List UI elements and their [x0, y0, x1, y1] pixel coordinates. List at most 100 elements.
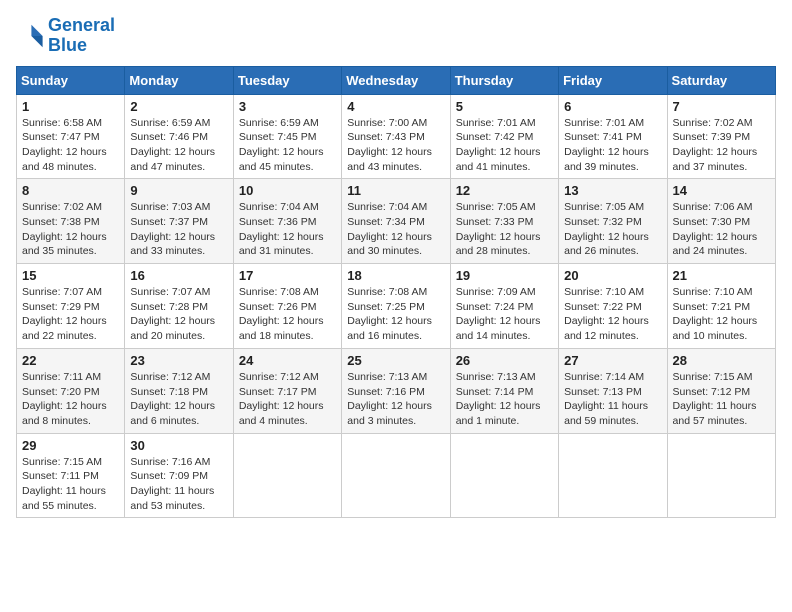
calendar-day-cell — [342, 433, 450, 518]
day-number: 13 — [564, 183, 661, 198]
day-detail: Sunrise: 7:05 AM Sunset: 7:33 PM Dayligh… — [456, 200, 553, 259]
day-number: 5 — [456, 99, 553, 114]
calendar-header-day: Sunday — [17, 66, 125, 94]
day-number: 16 — [130, 268, 227, 283]
day-number: 4 — [347, 99, 444, 114]
calendar-day-cell: 3 Sunrise: 6:59 AM Sunset: 7:45 PM Dayli… — [233, 94, 341, 179]
day-detail: Sunrise: 7:07 AM Sunset: 7:29 PM Dayligh… — [22, 285, 119, 344]
calendar-header-day: Tuesday — [233, 66, 341, 94]
calendar-day-cell: 11 Sunrise: 7:04 AM Sunset: 7:34 PM Dayl… — [342, 179, 450, 264]
day-number: 2 — [130, 99, 227, 114]
day-detail: Sunrise: 7:08 AM Sunset: 7:26 PM Dayligh… — [239, 285, 336, 344]
day-number: 14 — [673, 183, 770, 198]
calendar-day-cell: 19 Sunrise: 7:09 AM Sunset: 7:24 PM Dayl… — [450, 264, 558, 349]
calendar-day-cell — [667, 433, 775, 518]
calendar-day-cell: 29 Sunrise: 7:15 AM Sunset: 7:11 PM Dayl… — [17, 433, 125, 518]
day-detail: Sunrise: 7:13 AM Sunset: 7:14 PM Dayligh… — [456, 370, 553, 429]
day-detail: Sunrise: 7:05 AM Sunset: 7:32 PM Dayligh… — [564, 200, 661, 259]
calendar-day-cell: 2 Sunrise: 6:59 AM Sunset: 7:46 PM Dayli… — [125, 94, 233, 179]
day-detail: Sunrise: 7:03 AM Sunset: 7:37 PM Dayligh… — [130, 200, 227, 259]
calendar-day-cell: 14 Sunrise: 7:06 AM Sunset: 7:30 PM Dayl… — [667, 179, 775, 264]
calendar-day-cell: 9 Sunrise: 7:03 AM Sunset: 7:37 PM Dayli… — [125, 179, 233, 264]
day-number: 9 — [130, 183, 227, 198]
calendar-week-row: 15 Sunrise: 7:07 AM Sunset: 7:29 PM Dayl… — [17, 264, 776, 349]
calendar-day-cell: 16 Sunrise: 7:07 AM Sunset: 7:28 PM Dayl… — [125, 264, 233, 349]
day-detail: Sunrise: 7:02 AM Sunset: 7:38 PM Dayligh… — [22, 200, 119, 259]
calendar-week-row: 8 Sunrise: 7:02 AM Sunset: 7:38 PM Dayli… — [17, 179, 776, 264]
day-detail: Sunrise: 7:09 AM Sunset: 7:24 PM Dayligh… — [456, 285, 553, 344]
page-header: General Blue — [16, 16, 776, 56]
logo: General Blue — [16, 16, 115, 56]
calendar-day-cell: 22 Sunrise: 7:11 AM Sunset: 7:20 PM Dayl… — [17, 348, 125, 433]
day-detail: Sunrise: 7:04 AM Sunset: 7:34 PM Dayligh… — [347, 200, 444, 259]
calendar-day-cell: 26 Sunrise: 7:13 AM Sunset: 7:14 PM Dayl… — [450, 348, 558, 433]
calendar-day-cell: 4 Sunrise: 7:00 AM Sunset: 7:43 PM Dayli… — [342, 94, 450, 179]
calendar-day-cell: 1 Sunrise: 6:58 AM Sunset: 7:47 PM Dayli… — [17, 94, 125, 179]
day-detail: Sunrise: 7:14 AM Sunset: 7:13 PM Dayligh… — [564, 370, 661, 429]
day-detail: Sunrise: 7:01 AM Sunset: 7:41 PM Dayligh… — [564, 116, 661, 175]
calendar-day-cell: 10 Sunrise: 7:04 AM Sunset: 7:36 PM Dayl… — [233, 179, 341, 264]
calendar-day-cell — [450, 433, 558, 518]
day-detail: Sunrise: 7:15 AM Sunset: 7:11 PM Dayligh… — [22, 455, 119, 514]
day-detail: Sunrise: 7:01 AM Sunset: 7:42 PM Dayligh… — [456, 116, 553, 175]
calendar-week-row: 29 Sunrise: 7:15 AM Sunset: 7:11 PM Dayl… — [17, 433, 776, 518]
calendar-body: 1 Sunrise: 6:58 AM Sunset: 7:47 PM Dayli… — [17, 94, 776, 518]
calendar-day-cell: 25 Sunrise: 7:13 AM Sunset: 7:16 PM Dayl… — [342, 348, 450, 433]
day-number: 30 — [130, 438, 227, 453]
logo-icon — [16, 22, 44, 50]
day-number: 3 — [239, 99, 336, 114]
day-number: 28 — [673, 353, 770, 368]
calendar-day-cell: 8 Sunrise: 7:02 AM Sunset: 7:38 PM Dayli… — [17, 179, 125, 264]
day-number: 22 — [22, 353, 119, 368]
day-number: 21 — [673, 268, 770, 283]
calendar-table: SundayMondayTuesdayWednesdayThursdayFrid… — [16, 66, 776, 519]
day-number: 7 — [673, 99, 770, 114]
calendar-day-cell: 21 Sunrise: 7:10 AM Sunset: 7:21 PM Dayl… — [667, 264, 775, 349]
calendar-day-cell — [233, 433, 341, 518]
day-detail: Sunrise: 6:59 AM Sunset: 7:45 PM Dayligh… — [239, 116, 336, 175]
calendar-day-cell: 5 Sunrise: 7:01 AM Sunset: 7:42 PM Dayli… — [450, 94, 558, 179]
day-number: 26 — [456, 353, 553, 368]
calendar-day-cell: 6 Sunrise: 7:01 AM Sunset: 7:41 PM Dayli… — [559, 94, 667, 179]
logo-text: General Blue — [48, 16, 115, 56]
calendar-day-cell: 24 Sunrise: 7:12 AM Sunset: 7:17 PM Dayl… — [233, 348, 341, 433]
day-number: 24 — [239, 353, 336, 368]
calendar-header-day: Friday — [559, 66, 667, 94]
day-number: 18 — [347, 268, 444, 283]
day-number: 27 — [564, 353, 661, 368]
day-number: 6 — [564, 99, 661, 114]
day-detail: Sunrise: 7:07 AM Sunset: 7:28 PM Dayligh… — [130, 285, 227, 344]
day-detail: Sunrise: 7:10 AM Sunset: 7:21 PM Dayligh… — [673, 285, 770, 344]
day-number: 11 — [347, 183, 444, 198]
day-number: 25 — [347, 353, 444, 368]
calendar-header-day: Monday — [125, 66, 233, 94]
day-number: 12 — [456, 183, 553, 198]
day-detail: Sunrise: 7:06 AM Sunset: 7:30 PM Dayligh… — [673, 200, 770, 259]
day-number: 10 — [239, 183, 336, 198]
calendar-week-row: 22 Sunrise: 7:11 AM Sunset: 7:20 PM Dayl… — [17, 348, 776, 433]
day-number: 20 — [564, 268, 661, 283]
day-detail: Sunrise: 7:11 AM Sunset: 7:20 PM Dayligh… — [22, 370, 119, 429]
calendar-header-row: SundayMondayTuesdayWednesdayThursdayFrid… — [17, 66, 776, 94]
calendar-day-cell — [559, 433, 667, 518]
day-detail: Sunrise: 7:15 AM Sunset: 7:12 PM Dayligh… — [673, 370, 770, 429]
calendar-header-day: Wednesday — [342, 66, 450, 94]
day-detail: Sunrise: 7:16 AM Sunset: 7:09 PM Dayligh… — [130, 455, 227, 514]
calendar-day-cell: 7 Sunrise: 7:02 AM Sunset: 7:39 PM Dayli… — [667, 94, 775, 179]
calendar-day-cell: 27 Sunrise: 7:14 AM Sunset: 7:13 PM Dayl… — [559, 348, 667, 433]
day-detail: Sunrise: 6:58 AM Sunset: 7:47 PM Dayligh… — [22, 116, 119, 175]
day-detail: Sunrise: 7:08 AM Sunset: 7:25 PM Dayligh… — [347, 285, 444, 344]
day-number: 19 — [456, 268, 553, 283]
day-detail: Sunrise: 7:13 AM Sunset: 7:16 PM Dayligh… — [347, 370, 444, 429]
day-number: 15 — [22, 268, 119, 283]
day-detail: Sunrise: 7:02 AM Sunset: 7:39 PM Dayligh… — [673, 116, 770, 175]
calendar-day-cell: 12 Sunrise: 7:05 AM Sunset: 7:33 PM Dayl… — [450, 179, 558, 264]
day-detail: Sunrise: 7:10 AM Sunset: 7:22 PM Dayligh… — [564, 285, 661, 344]
day-detail: Sunrise: 7:00 AM Sunset: 7:43 PM Dayligh… — [347, 116, 444, 175]
calendar-header-day: Saturday — [667, 66, 775, 94]
calendar-day-cell: 28 Sunrise: 7:15 AM Sunset: 7:12 PM Dayl… — [667, 348, 775, 433]
calendar-day-cell: 17 Sunrise: 7:08 AM Sunset: 7:26 PM Dayl… — [233, 264, 341, 349]
day-number: 8 — [22, 183, 119, 198]
day-detail: Sunrise: 6:59 AM Sunset: 7:46 PM Dayligh… — [130, 116, 227, 175]
day-detail: Sunrise: 7:04 AM Sunset: 7:36 PM Dayligh… — [239, 200, 336, 259]
